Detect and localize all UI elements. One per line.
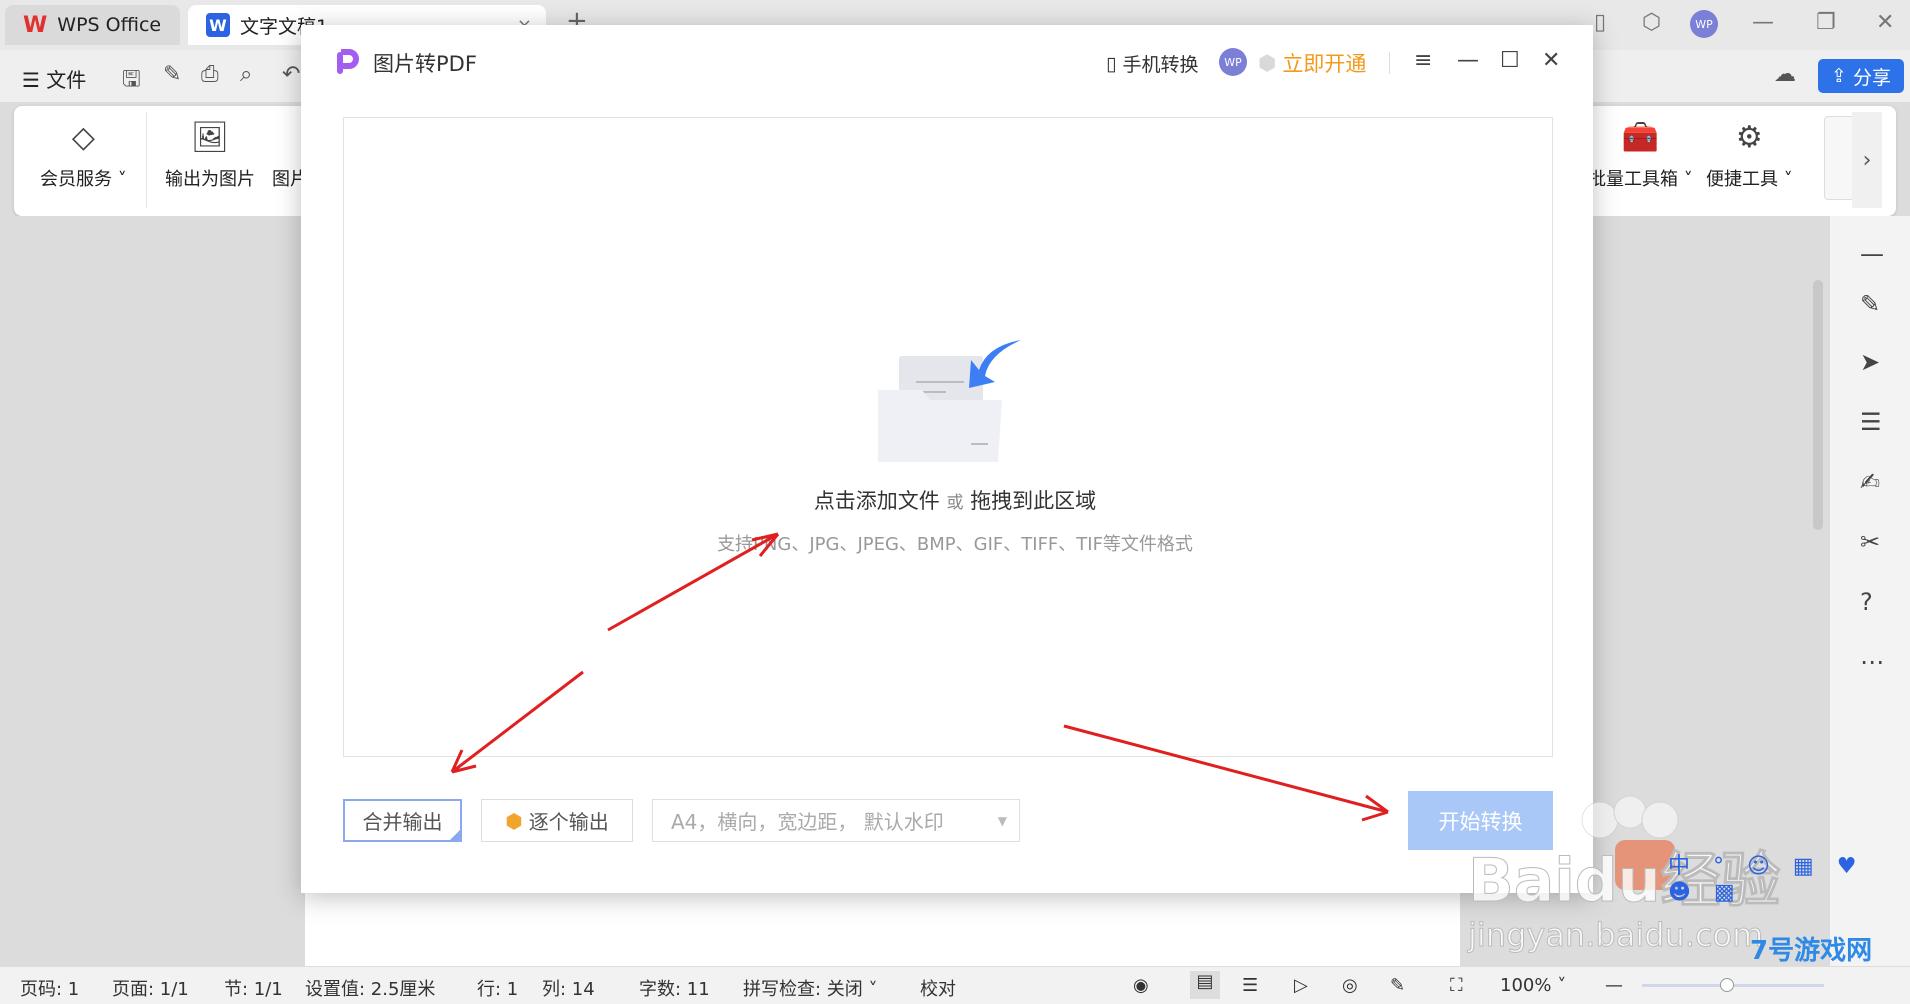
dialog-title: 图片转PDF — [373, 52, 477, 76]
dialog-close-icon[interactable]: ✕ — [1542, 48, 1560, 73]
wps-logo-icon: W — [23, 12, 48, 38]
member-service-button[interactable]: ◇ 会员服务 ˅ — [40, 120, 127, 191]
tab-home-label: WPS Office — [57, 14, 162, 36]
merge-output-button[interactable]: 合并输出 — [343, 799, 462, 842]
more-icon[interactable]: ⋯ — [1860, 648, 1884, 676]
watermark-url-text: jingyan.baidu.com — [1467, 916, 1764, 955]
vip-coin-icon: ⬢ — [505, 808, 523, 833]
file-menu[interactable]: ☰ 文件 — [22, 64, 86, 93]
collapse-icon[interactable]: — — [1860, 240, 1884, 268]
restore-window-icon[interactable]: ❐ — [1816, 10, 1836, 35]
supported-formats-text: 支持PNG、JPG、JPEG、BMP、GIF、TIFF、TIF等文件格式 — [717, 534, 1193, 555]
dialog-maximize-icon[interactable]: ☐ — [1500, 48, 1520, 73]
share-label: 分享 — [1852, 66, 1891, 89]
dialog-minimize-icon[interactable]: — — [1457, 48, 1479, 73]
web-view-icon[interactable]: ◎ — [1342, 975, 1358, 996]
zoom-out-icon[interactable]: — — [1605, 975, 1623, 996]
print-icon[interactable]: ⎙ — [201, 62, 219, 87]
status-words[interactable]: 字数: 11 — [639, 975, 710, 1001]
select-cursor-icon[interactable]: ➤ — [1860, 348, 1880, 376]
print-preview-icon[interactable]: ⌕ — [240, 62, 252, 87]
settings-sliders-icon[interactable]: ☰ — [1860, 408, 1882, 436]
status-section[interactable]: 节: 1/1 — [224, 975, 283, 1001]
status-col[interactable]: 列: 14 — [542, 975, 595, 1001]
user-avatar[interactable]: WP — [1690, 10, 1718, 38]
play-icon[interactable]: ▷ — [1294, 975, 1308, 996]
image-export-icon: 🖼 — [190, 120, 230, 155]
page-view-icon[interactable]: ▤ — [1190, 971, 1220, 999]
chevron-down-icon: ▼ — [997, 813, 1007, 828]
share-button[interactable]: ⇪ 分享 — [1818, 59, 1904, 93]
format-painter-icon[interactable]: ✎ — [163, 62, 181, 87]
watermark-site-text: 7号游戏网 — [1750, 936, 1873, 966]
pdf-logo-icon — [337, 49, 359, 74]
zoom-slider-handle[interactable] — [1720, 978, 1734, 992]
pen-icon[interactable]: ✎ — [1860, 290, 1880, 318]
ribbon-scroll-right-icon[interactable]: › — [1852, 112, 1882, 208]
status-pages[interactable]: 页面: 1/1 — [112, 975, 189, 1001]
status-row[interactable]: 行: 1 — [477, 975, 518, 1001]
selected-check-icon — [448, 828, 462, 842]
share-icon: ⇪ — [1831, 65, 1847, 87]
image-icon — [285, 120, 295, 155]
export-image-button[interactable]: 🖼 输出为图片 — [165, 120, 255, 191]
ribbon-divider — [146, 112, 147, 208]
dialog-user-avatar[interactable]: WP — [1219, 48, 1247, 76]
eye-icon[interactable]: ◉ — [1133, 975, 1149, 996]
open-vip-button[interactable]: ⬢ 立即开通 — [1258, 48, 1366, 78]
close-window-icon[interactable]: ✕ — [1876, 10, 1894, 35]
write-mode-icon[interactable]: ✎ — [1390, 975, 1405, 996]
tools-icon: ⚙ — [1735, 120, 1763, 155]
phone-icon: ▯ — [1106, 52, 1117, 75]
word-doc-icon: W — [206, 13, 230, 37]
member-service-label: 会员服务 ˅ — [40, 169, 127, 190]
quick-tools-button[interactable]: ⚙ 便捷工具 ˅ — [1706, 120, 1793, 191]
minimize-window-icon[interactable]: — — [1752, 10, 1774, 35]
reading-mode-icon[interactable]: ▯ — [1594, 10, 1606, 35]
dialog-menu-icon[interactable]: ≡ — [1414, 48, 1432, 73]
drop-zone-instruction: 点击添加文件 或 拖拽到此区域 — [813, 489, 1097, 513]
vip-badge-icon: ⬢ — [1258, 51, 1277, 75]
status-proofread[interactable]: 校对 — [920, 975, 956, 1001]
ime-toolbar[interactable]: 中 ° ☺ ▦ ♥ ☻ ▩ — [1668, 848, 1910, 905]
separate-output-button[interactable]: ⬢ 逐个输出 — [481, 799, 633, 842]
page-setting-value: A4，横向，宽边距， 默认水印 — [671, 810, 944, 834]
help-icon[interactable]: ? — [1860, 588, 1873, 616]
phone-convert-button[interactable]: ▯ 手机转换 — [1106, 50, 1198, 77]
status-page[interactable]: 页码: 1 — [20, 975, 79, 1001]
save-icon[interactable]: 🖫 — [122, 62, 141, 100]
open-vip-label: 立即开通 — [1282, 52, 1367, 76]
phone-convert-label: 手机转换 — [1122, 54, 1199, 76]
export-image-label: 输出为图片 — [165, 169, 255, 190]
separate-output-label: 逐个输出 — [528, 810, 609, 834]
zoom-level[interactable]: 100% ˅ — [1500, 975, 1566, 996]
tab-home[interactable]: W WPS Office — [5, 5, 180, 45]
file-menu-label: 文件 — [46, 68, 87, 92]
cloud-icon[interactable]: ☁ — [1774, 62, 1796, 87]
quick-tools-label: 便捷工具 ˅ — [1706, 169, 1793, 190]
undo-icon[interactable]: ↶ — [282, 62, 300, 87]
outline-view-icon[interactable]: ☰ — [1242, 975, 1258, 996]
dialog-header-divider — [1389, 52, 1390, 74]
page-setting-select[interactable]: A4，横向，宽边距， 默认水印 ▼ — [652, 799, 1020, 842]
batch-toolbox-button[interactable]: 🧰 批量工具箱 ˅ — [1588, 120, 1693, 191]
cube-icon[interactable]: ⬡ — [1642, 10, 1661, 35]
status-setting[interactable]: 设置值: 2.5厘米 — [305, 975, 435, 1001]
folder-upload-icon — [878, 340, 1021, 462]
diamond-icon: ◇ — [71, 120, 95, 155]
toolbox-icon: 🧰 — [1621, 120, 1660, 155]
status-spell-check[interactable]: 拼写检查: 关闭 ˅ — [743, 975, 878, 1001]
batch-toolbox-label: 批量工具箱 ˅ — [1588, 169, 1693, 190]
fit-screen-icon[interactable]: ⛶ — [1450, 975, 1463, 996]
